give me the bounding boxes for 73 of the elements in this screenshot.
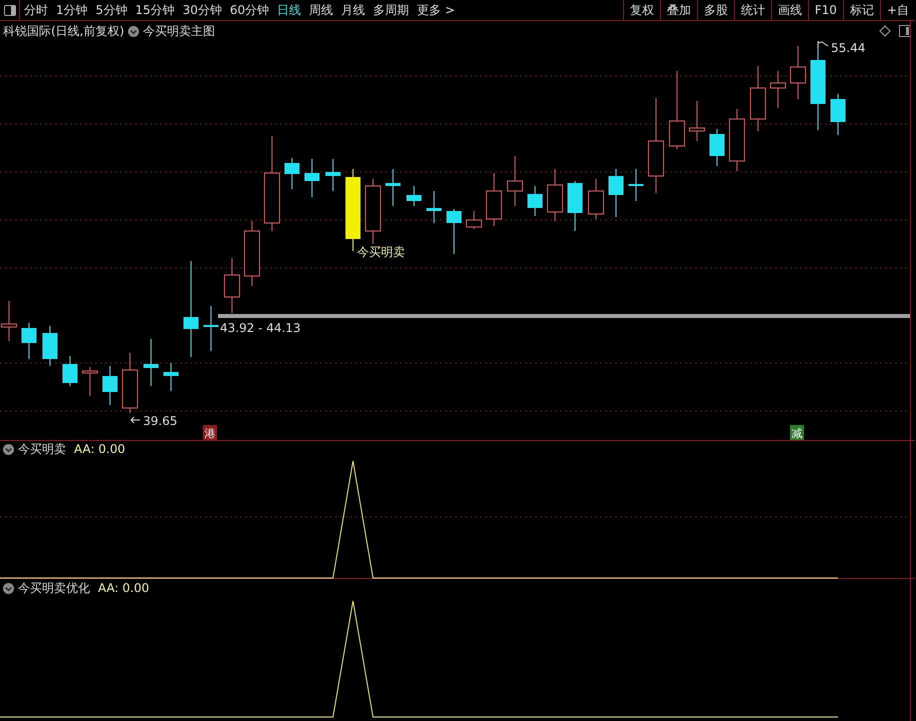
candlestick [547,168,563,222]
period-tab[interactable]: 15分钟 [131,0,179,20]
dropdown-icon[interactable] [128,26,140,36]
candlestick [770,70,786,108]
high-price-label: 55.44 [831,41,866,55]
candlestick [224,258,240,314]
candlestick [204,306,218,352]
candlestick [486,172,502,226]
candlestick [426,190,442,224]
candlestick [608,168,624,218]
candlestick [144,338,158,386]
toolbar-button[interactable]: 标记 [842,0,880,20]
candlestick [82,366,98,396]
panel-toggle-icon[interactable] [899,25,911,37]
price-range-label: 43.92 - 44.13 [220,321,301,335]
candlestick [102,366,118,406]
candlestick [22,322,36,360]
period-tab[interactable]: 60分钟 [226,0,274,20]
period-tab[interactable]: 日线 [273,0,306,20]
toolbar-button[interactable]: 统计 [734,0,771,20]
indicator-reading: AA: 0.00 [98,581,150,595]
candlestick [790,46,806,100]
signal-label: 今买明卖 [357,245,405,259]
candlestick [406,186,422,206]
period-tab[interactable]: 周线 [305,0,338,20]
indicator-name[interactable]: 今买明卖主图 [143,22,216,40]
indicator-reading: AA: 0.00 [74,442,126,456]
candlestick [466,210,482,230]
period-tab[interactable]: 多周期 [369,0,414,20]
candlestick [588,178,604,220]
diamond-icon[interactable] [879,25,891,37]
candlestick [628,168,644,202]
candlestick [284,158,300,190]
pointer-icon [130,416,140,424]
candlestick [386,168,400,206]
toolbar-button[interactable]: F10 [808,0,843,20]
period-tab[interactable]: 更多 > [413,0,459,20]
dropdown-icon[interactable] [3,444,14,454]
low-price-label: 39.65 [143,414,178,428]
candlestick [62,356,78,386]
toolbar-button[interactable]: 画线 [770,0,808,20]
period-tab[interactable]: 30分钟 [178,0,226,20]
candlestick [710,128,724,166]
period-tab[interactable]: 1分钟 [52,0,92,20]
toolbar-button[interactable]: 复权 [622,0,660,20]
indicator-name[interactable]: 今买明卖优化 [18,580,90,596]
toolbar-button[interactable]: +自 [880,0,915,20]
candlestick [42,326,58,366]
candlestick [365,178,381,244]
candlestick [244,220,260,286]
indicator-name[interactable]: 今买明卖 [18,440,66,458]
candlestick [830,94,846,136]
period-tab[interactable]: 分时 [20,0,52,20]
candlestick [446,208,462,254]
candlestick [729,108,745,172]
period-tab[interactable]: 月线 [337,0,370,20]
candlestick [689,100,705,142]
candlestick [304,158,320,198]
candlestick [326,158,340,192]
candlestick [122,352,138,414]
dropdown-icon[interactable] [3,582,14,594]
candlestick [507,156,523,206]
toolbar-button[interactable]: 多股 [696,0,734,20]
candlestick [568,180,582,232]
event-marker: 减 [790,425,804,440]
stock-title: 科锐国际(日线,前复权) [3,22,124,40]
period-tab[interactable]: 5分钟 [92,0,132,20]
candlestick [164,362,178,392]
candlestick [528,186,542,216]
toolbar-button[interactable]: 叠加 [660,0,697,20]
candlestick [750,66,766,132]
pointer-icon [818,41,828,48]
event-marker: 港 [203,425,217,440]
